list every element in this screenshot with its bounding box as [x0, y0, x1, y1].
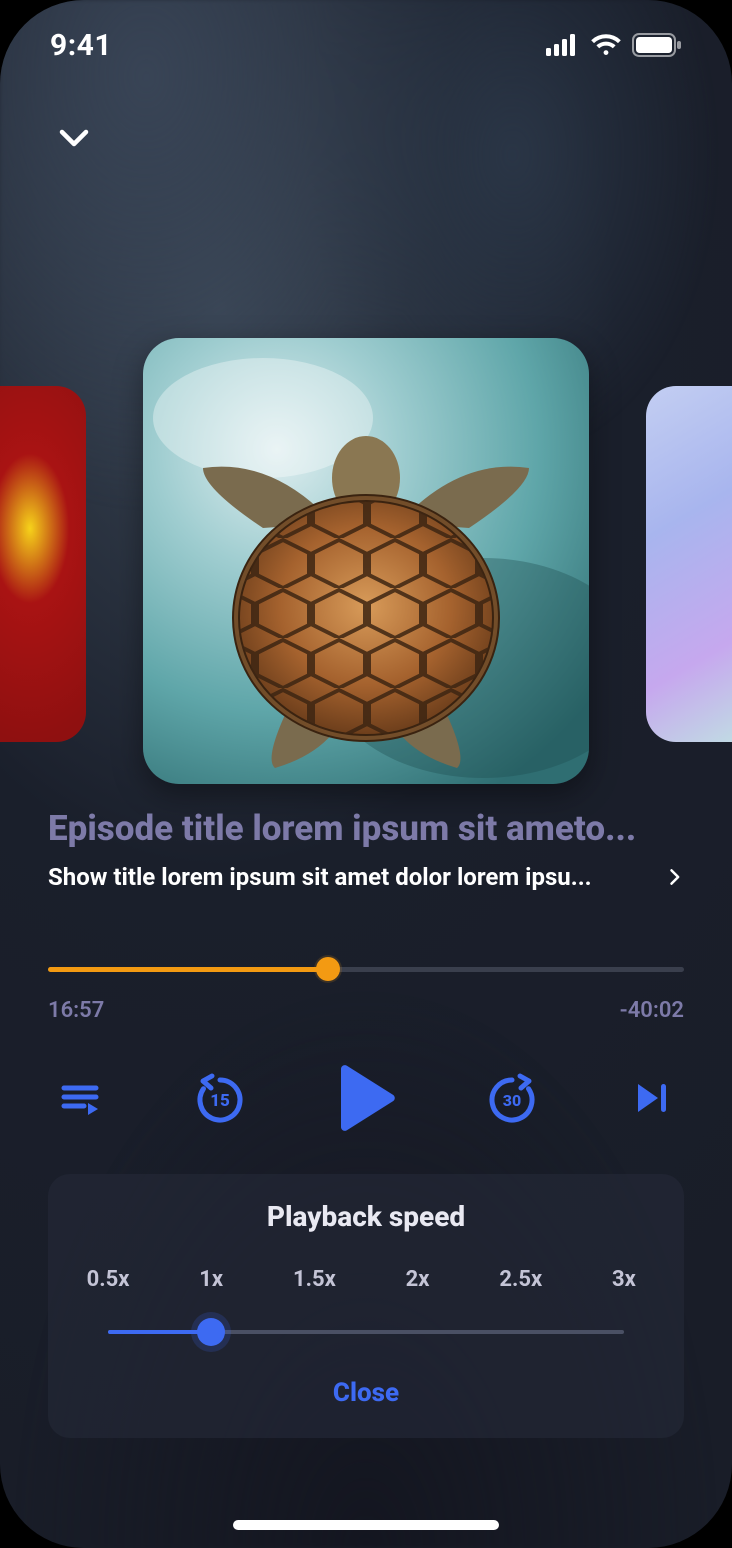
show-row[interactable]: Show title lorem ipsum sit amet dolor lo… — [48, 863, 684, 891]
speed-option[interactable]: 0.5x — [78, 1267, 138, 1292]
speed-sheet-title: Playback speed — [74, 1200, 658, 1233]
speed-slider[interactable] — [78, 1318, 654, 1346]
wifi-icon — [590, 34, 622, 56]
progress-fill — [48, 967, 328, 972]
chevron-right-icon — [664, 865, 684, 889]
queue-button[interactable] — [48, 1066, 112, 1130]
playback-speed-sheet: Playback speed 0.5x 1x 1.5x 2x 2.5x 3x Close — [48, 1174, 684, 1438]
progress-section: 16:57 -40:02 — [48, 958, 684, 1023]
play-button[interactable] — [328, 1060, 404, 1136]
artwork-carousel[interactable] — [0, 338, 732, 788]
transport-controls: 15 30 — [48, 1060, 684, 1136]
titles-block: Episode title lorem ipsum sit ameto... S… — [48, 808, 684, 891]
collapse-button[interactable] — [46, 110, 102, 166]
progress-slider[interactable] — [48, 958, 684, 980]
next-artwork[interactable] — [646, 386, 732, 742]
time-elapsed: 16:57 — [48, 998, 104, 1023]
speed-option[interactable]: 2x — [388, 1267, 448, 1292]
speed-option[interactable]: 2.5x — [491, 1267, 551, 1292]
queue-icon — [58, 1076, 102, 1120]
phone-frame: 9:41 — [0, 0, 732, 1548]
show-title: Show title lorem ipsum sit amet dolor lo… — [48, 863, 658, 891]
prev-artwork[interactable] — [0, 386, 86, 742]
rewind-icon: 15 — [192, 1070, 248, 1126]
status-bar: 9:41 — [0, 0, 732, 90]
speed-option[interactable]: 3x — [594, 1267, 654, 1292]
speed-knob[interactable] — [197, 1318, 225, 1346]
chevron-down-icon — [56, 120, 92, 156]
rewind-15-button[interactable]: 15 — [188, 1066, 252, 1130]
speed-labels-row: 0.5x 1x 1.5x 2x 2.5x 3x — [78, 1267, 654, 1292]
speed-option[interactable]: 1.5x — [284, 1267, 344, 1292]
play-icon — [335, 1063, 397, 1133]
home-indicator[interactable] — [233, 1520, 499, 1530]
forward-icon: 30 — [484, 1070, 540, 1126]
speed-close-button[interactable]: Close — [74, 1378, 658, 1408]
speed-track-fill — [108, 1330, 211, 1334]
next-track-button[interactable] — [620, 1066, 684, 1130]
progress-knob[interactable] — [316, 957, 340, 981]
battery-icon — [632, 33, 682, 57]
episode-title: Episode title lorem ipsum sit ameto... — [48, 808, 684, 849]
rewind-seconds-label: 15 — [210, 1091, 230, 1111]
artwork-image — [143, 338, 589, 784]
forward-30-button[interactable]: 30 — [480, 1066, 544, 1130]
cellular-icon — [546, 34, 580, 56]
time-remaining: -40:02 — [620, 998, 684, 1023]
status-icons — [546, 33, 682, 57]
current-artwork[interactable] — [143, 338, 589, 784]
forward-seconds-label: 30 — [503, 1091, 521, 1110]
next-track-icon — [630, 1076, 674, 1120]
speed-option[interactable]: 1x — [181, 1267, 241, 1292]
status-time: 9:41 — [50, 28, 112, 63]
